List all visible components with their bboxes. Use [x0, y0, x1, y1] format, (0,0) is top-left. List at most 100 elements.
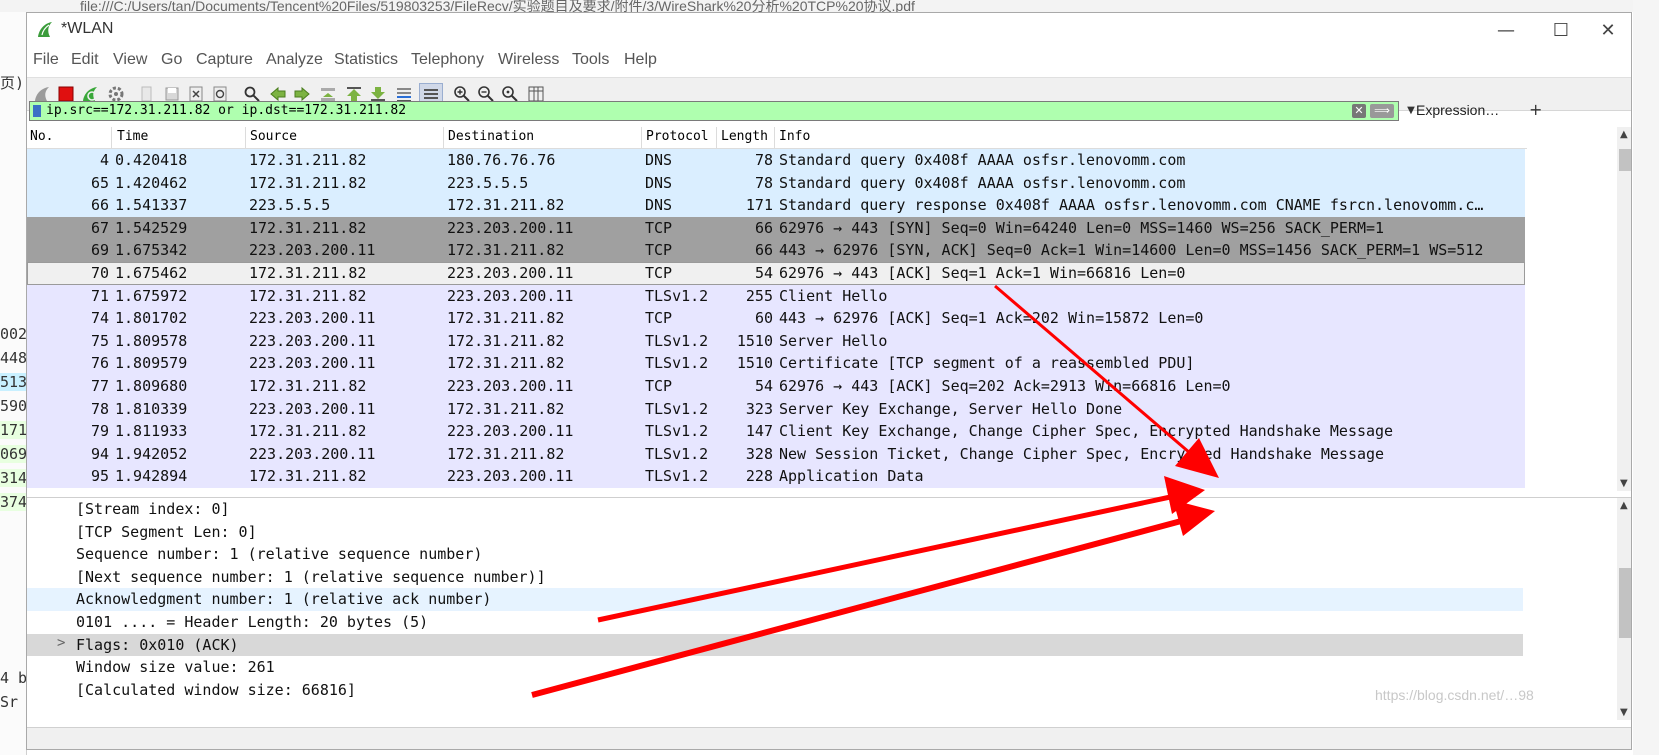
packet-row-selected[interactable]: 70 1.675462 172.31.211.82 223.203.200.11 TCP… [27, 261, 1525, 285]
packet-row[interactable]: 79 1.811933 172.31.211.82 223.203.200.11 TLS… [27, 420, 1525, 443]
detail-line-highlighted[interactable]: Acknowledgment number: 1 (relative ack n… [27, 588, 1523, 611]
column-header-info[interactable]: Info [779, 129, 810, 144]
packet-info: New Session Ticket, Change Cipher Spec, … [779, 444, 1385, 463]
packet-protocol: TLSv1.2 [645, 331, 709, 350]
packet-time: 1.811933 [115, 422, 188, 441]
packet-row[interactable]: 69 1.675342 223.203.200.11 172.31.211.82 TCP… [27, 239, 1525, 262]
detail-line[interactable]: [TCP Segment Len: 0] [27, 521, 1523, 544]
packet-time: 1.675972 [115, 286, 188, 305]
menu-help[interactable]: Help [624, 51, 657, 69]
expression-button[interactable]: Expression… [1416, 102, 1499, 118]
filter-bookmark-icon[interactable] [33, 105, 41, 117]
packet-row[interactable]: 94 1.942052 223.203.200.11 172.31.211.82 TLS… [27, 442, 1525, 466]
detail-line[interactable]: [Next sequence number: 1 (relative seque… [27, 566, 1523, 589]
packet-source: 223.203.200.11 [249, 309, 376, 328]
packet-length: 323 [745, 399, 773, 418]
detail-line-flags[interactable]: > Flags: 0x010 (ACK) [27, 633, 1523, 657]
column-header-no[interactable]: No. [30, 129, 53, 144]
filter-text[interactable]: ip.src==172.31.211.82 or ip.dst==172.31.… [46, 103, 406, 118]
menu-view[interactable]: View [113, 51, 147, 69]
packet-source: 223.203.200.11 [249, 444, 376, 463]
detail-line[interactable]: Sequence number: 1 (relative sequence nu… [27, 543, 1523, 566]
menu-capture[interactable]: Capture [196, 51, 253, 69]
packet-row[interactable]: 77 1.809680 172.31.211.82 223.203.200.11 TCP… [27, 374, 1525, 398]
scroll-up-icon[interactable]: ▲ [1620, 500, 1628, 511]
packet-no: 79 [90, 422, 109, 441]
maximize-button[interactable]: ☐ [1538, 13, 1584, 47]
column-divider[interactable] [111, 127, 112, 148]
detail-line[interactable]: [Calculated window size: 66816] [27, 679, 1523, 702]
packet-time: 1.675342 [115, 241, 188, 260]
column-header-length[interactable]: Length [721, 129, 768, 144]
column-divider[interactable] [641, 127, 642, 148]
detail-text: Flags: 0x010 (ACK) [76, 635, 239, 654]
packet-row[interactable]: 95 1.942894 172.31.211.82 223.203.200.11 TLS… [27, 465, 1525, 488]
packet-no: 70 [90, 263, 109, 282]
menu-statistics[interactable]: Statistics [334, 51, 398, 69]
display-filter-bar: ip.src==172.31.211.82 or ip.dst==172.31.… [29, 100, 1631, 123]
packet-source: 172.31.211.82 [249, 173, 367, 192]
column-divider[interactable] [774, 127, 775, 148]
packet-time: 1.809579 [115, 354, 188, 373]
packet-no: 71 [90, 286, 109, 305]
packet-row[interactable]: 67 1.542529 172.31.211.82 223.203.200.11 TCP… [27, 216, 1525, 240]
packet-row[interactable]: 65 1.420462 172.31.211.82 223.5.5.5 DNS 78 Sta… [27, 171, 1525, 195]
packet-no: 66 [90, 196, 109, 215]
packet-protocol: DNS [645, 173, 673, 192]
window-title: *WLAN [61, 20, 114, 37]
column-header-time[interactable]: Time [117, 129, 148, 144]
menu-analyze[interactable]: Analyze [266, 51, 323, 69]
packet-no: 4 [99, 151, 109, 169]
detail-text: [Calculated window size: 66816] [76, 680, 356, 699]
column-divider[interactable] [716, 127, 717, 148]
packet-protocol: TLSv1.2 [645, 444, 709, 463]
add-filter-button[interactable]: + [1529, 100, 1542, 119]
menu-tools[interactable]: Tools [572, 51, 609, 69]
scroll-down-icon[interactable]: ▼ [1620, 707, 1628, 718]
menu-bar: File Edit View Go Capture Analyze Statis… [27, 49, 1631, 75]
scrollbar-thumb[interactable] [1619, 149, 1631, 171]
wireshark-window: *WLAN — ☐ ✕ File Edit View Go Capture An… [26, 12, 1632, 750]
packet-list-scrollbar[interactable]: ▲ ▼ [1617, 127, 1631, 491]
scroll-down-icon[interactable]: ▼ [1620, 478, 1628, 489]
menu-telephony[interactable]: Telephony [411, 51, 484, 69]
scrollbar-thumb[interactable] [1619, 568, 1631, 638]
packet-row[interactable]: 74 1.801702 223.203.200.11 172.31.211.82 TCP… [27, 307, 1525, 330]
menu-file[interactable]: File [33, 51, 59, 69]
column-divider[interactable] [245, 127, 246, 148]
packet-destination: 180.76.76.76 [447, 151, 556, 169]
menu-edit[interactable]: Edit [71, 51, 99, 69]
column-header-source[interactable]: Source [250, 129, 297, 144]
packet-row[interactable]: 71 1.675972 172.31.211.82 223.203.200.11 TLS… [27, 284, 1525, 308]
detail-line[interactable]: Window size value: 261 [27, 656, 1523, 679]
minimize-button[interactable]: — [1483, 13, 1529, 47]
detail-line[interactable]: 0101 .... = Header Length: 20 bytes (5) [27, 611, 1523, 634]
column-header-destination[interactable]: Destination [448, 129, 534, 144]
column-header-protocol[interactable]: Protocol [646, 129, 709, 144]
close-button[interactable]: ✕ [1585, 13, 1631, 47]
detail-line[interactable]: [Stream index: 0] [27, 498, 1523, 521]
display-filter-input[interactable]: ip.src==172.31.211.82 or ip.dst==172.31.… [29, 101, 1399, 121]
packet-length: 1510 [736, 331, 773, 350]
packet-destination: 172.31.211.82 [447, 309, 565, 328]
packet-row[interactable]: 66 1.541337 223.5.5.5 172.31.211.82 DNS 171 St… [27, 194, 1525, 217]
packet-length: 228 [745, 467, 773, 486]
clear-filter-icon[interactable]: ✕ [1352, 104, 1366, 118]
apply-filter-icon[interactable]: ⟹ [1370, 104, 1394, 118]
expand-chevron-icon[interactable]: > [57, 635, 65, 651]
packet-row[interactable]: 75 1.809578 223.203.200.11 172.31.211.82 TLS… [27, 329, 1525, 353]
title-bar[interactable]: *WLAN — ☐ ✕ [27, 13, 1631, 47]
packet-row[interactable]: 76 1.809579 223.203.200.11 172.31.211.82 TLS… [27, 352, 1525, 375]
packet-row[interactable]: 4 0.420418 172.31.211.82 180.76.76.76 DNS 78 S… [27, 149, 1525, 172]
details-scrollbar[interactable]: ▲ ▼ [1617, 498, 1631, 720]
packet-no: 76 [90, 354, 109, 373]
column-divider[interactable] [443, 127, 444, 148]
menu-go[interactable]: Go [161, 51, 182, 69]
packet-info: Client Key Exchange, Change Cipher Spec,… [779, 422, 1394, 441]
packet-row[interactable]: 78 1.810339 223.203.200.11 172.31.211.82 TLS… [27, 397, 1525, 421]
menu-wireless[interactable]: Wireless [498, 51, 559, 69]
scroll-up-icon[interactable]: ▲ [1620, 129, 1628, 140]
packet-info: Server Key Exchange, Server Hello Done [779, 399, 1123, 418]
bg-fragment: 171 [0, 421, 26, 439]
packet-time: 1.809578 [115, 331, 188, 350]
